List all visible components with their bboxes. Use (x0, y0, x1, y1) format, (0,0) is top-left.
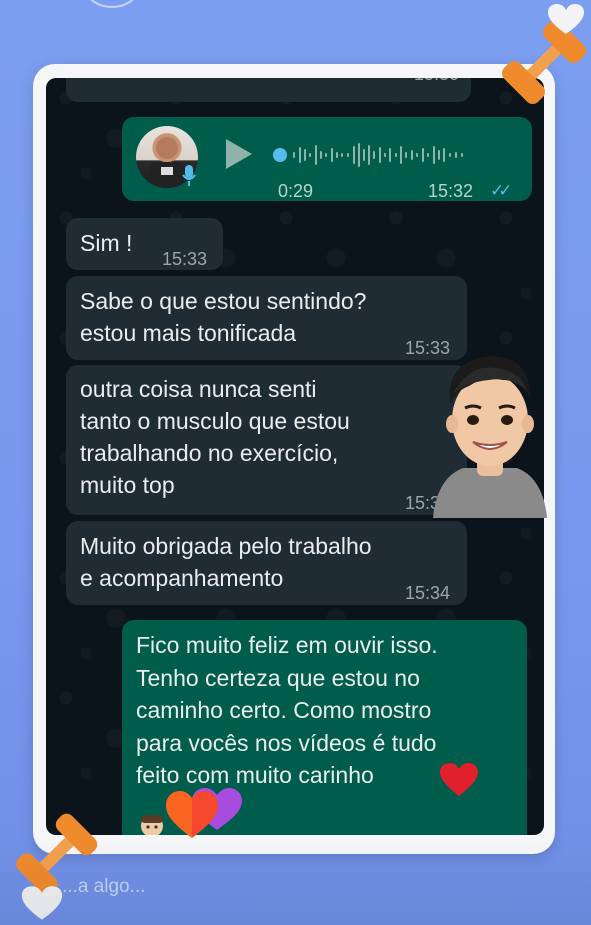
voice-message-bubble[interactable]: 0:29 15:32 ✓✓ (122, 117, 532, 201)
message-time: 15:32 (428, 181, 474, 201)
message-time: 15:34 (405, 583, 451, 603)
message-text: Muito obrigada pelo trabalho e acompanha… (80, 533, 372, 591)
message-bubble: Sabe o que estou sentindo? estou mais to… (66, 276, 467, 360)
waveform[interactable] (270, 139, 500, 171)
message-text: Sabe o que estou sentindo? estou mais to… (80, 288, 367, 346)
red-heart-emoji (440, 763, 478, 805)
message-text: Sim ! (80, 230, 133, 256)
message-time: 15:30 (414, 78, 459, 90)
microphone-icon (182, 165, 196, 186)
previous-message-bubble: 15:30 (66, 78, 471, 102)
story-avatar-ring (78, 0, 146, 8)
white-heart-icon (548, 4, 584, 34)
message-text: Fico muito feliz em ouvir isso. Tenho ce… (136, 632, 438, 788)
message-bubble: Muito obrigada pelo trabalho e acompanha… (66, 521, 467, 605)
read-receipt-icon: ✓✓ (490, 181, 512, 200)
reply-input[interactable]: ...a algo... (62, 876, 145, 898)
message-text: outra coisa nunca senti tanto o musculo … (80, 376, 350, 498)
reaction-hearts-icon (166, 788, 242, 838)
message-time: 15:33 (162, 249, 208, 269)
voice-duration: 0:29 (278, 181, 314, 201)
message-bubble: outra coisa nunca senti tanto o musculo … (66, 365, 467, 515)
memoji-sticker (433, 356, 547, 518)
message-bubble: Sim ! 15:33 (66, 218, 223, 270)
play-icon[interactable] (226, 139, 252, 169)
